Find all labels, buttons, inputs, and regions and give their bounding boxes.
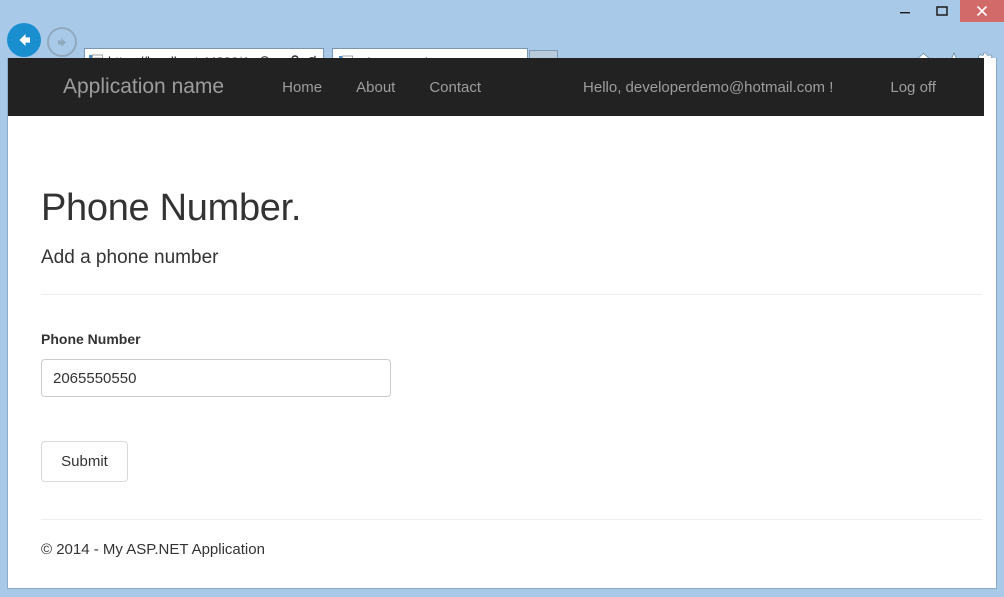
arrow-right-icon bbox=[55, 35, 70, 50]
footer-copyright: © 2014 - My ASP.NET Application bbox=[41, 520, 983, 557]
maximize-icon bbox=[935, 4, 949, 18]
navbar-brand[interactable]: Application name bbox=[63, 75, 224, 99]
forward-button[interactable] bbox=[47, 27, 77, 57]
browser-window: https://localhost:44306/Acc bbox=[0, 0, 1004, 597]
minimize-icon bbox=[899, 5, 911, 17]
user-nav: Hello, developerdemo@hotmail.com ! Log o… bbox=[583, 79, 936, 96]
minimize-button[interactable] bbox=[886, 0, 923, 22]
nav-link-contact[interactable]: Contact bbox=[412, 79, 498, 96]
arrow-left-icon bbox=[14, 30, 34, 50]
browser-navigation-row: https://localhost:44306/Acc bbox=[0, 22, 1004, 58]
page-content: Phone Number. Add a phone number Phone N… bbox=[41, 116, 983, 557]
back-button[interactable] bbox=[7, 23, 41, 57]
content-divider bbox=[41, 294, 982, 295]
page-viewport: Application name Home About Contact Hell… bbox=[7, 58, 997, 589]
page-title: Phone Number. bbox=[41, 116, 983, 227]
phone-number-label: Phone Number bbox=[41, 332, 983, 346]
nav-link-home[interactable]: Home bbox=[265, 79, 339, 96]
maximize-button[interactable] bbox=[923, 0, 960, 22]
site-navbar: Application name Home About Contact Hell… bbox=[8, 58, 984, 116]
phone-number-input[interactable] bbox=[41, 359, 391, 397]
phone-number-form: Phone Number Submit bbox=[41, 332, 983, 482]
submit-button[interactable]: Submit bbox=[41, 441, 128, 482]
user-greeting-link[interactable]: Hello, developerdemo@hotmail.com ! bbox=[583, 79, 833, 96]
page-subtitle: Add a phone number bbox=[41, 227, 983, 267]
primary-nav: Home About Contact bbox=[265, 79, 498, 96]
close-icon bbox=[976, 5, 988, 17]
nav-link-about[interactable]: About bbox=[339, 79, 412, 96]
close-button[interactable] bbox=[960, 0, 1004, 22]
log-off-link[interactable]: Log off bbox=[890, 79, 936, 96]
